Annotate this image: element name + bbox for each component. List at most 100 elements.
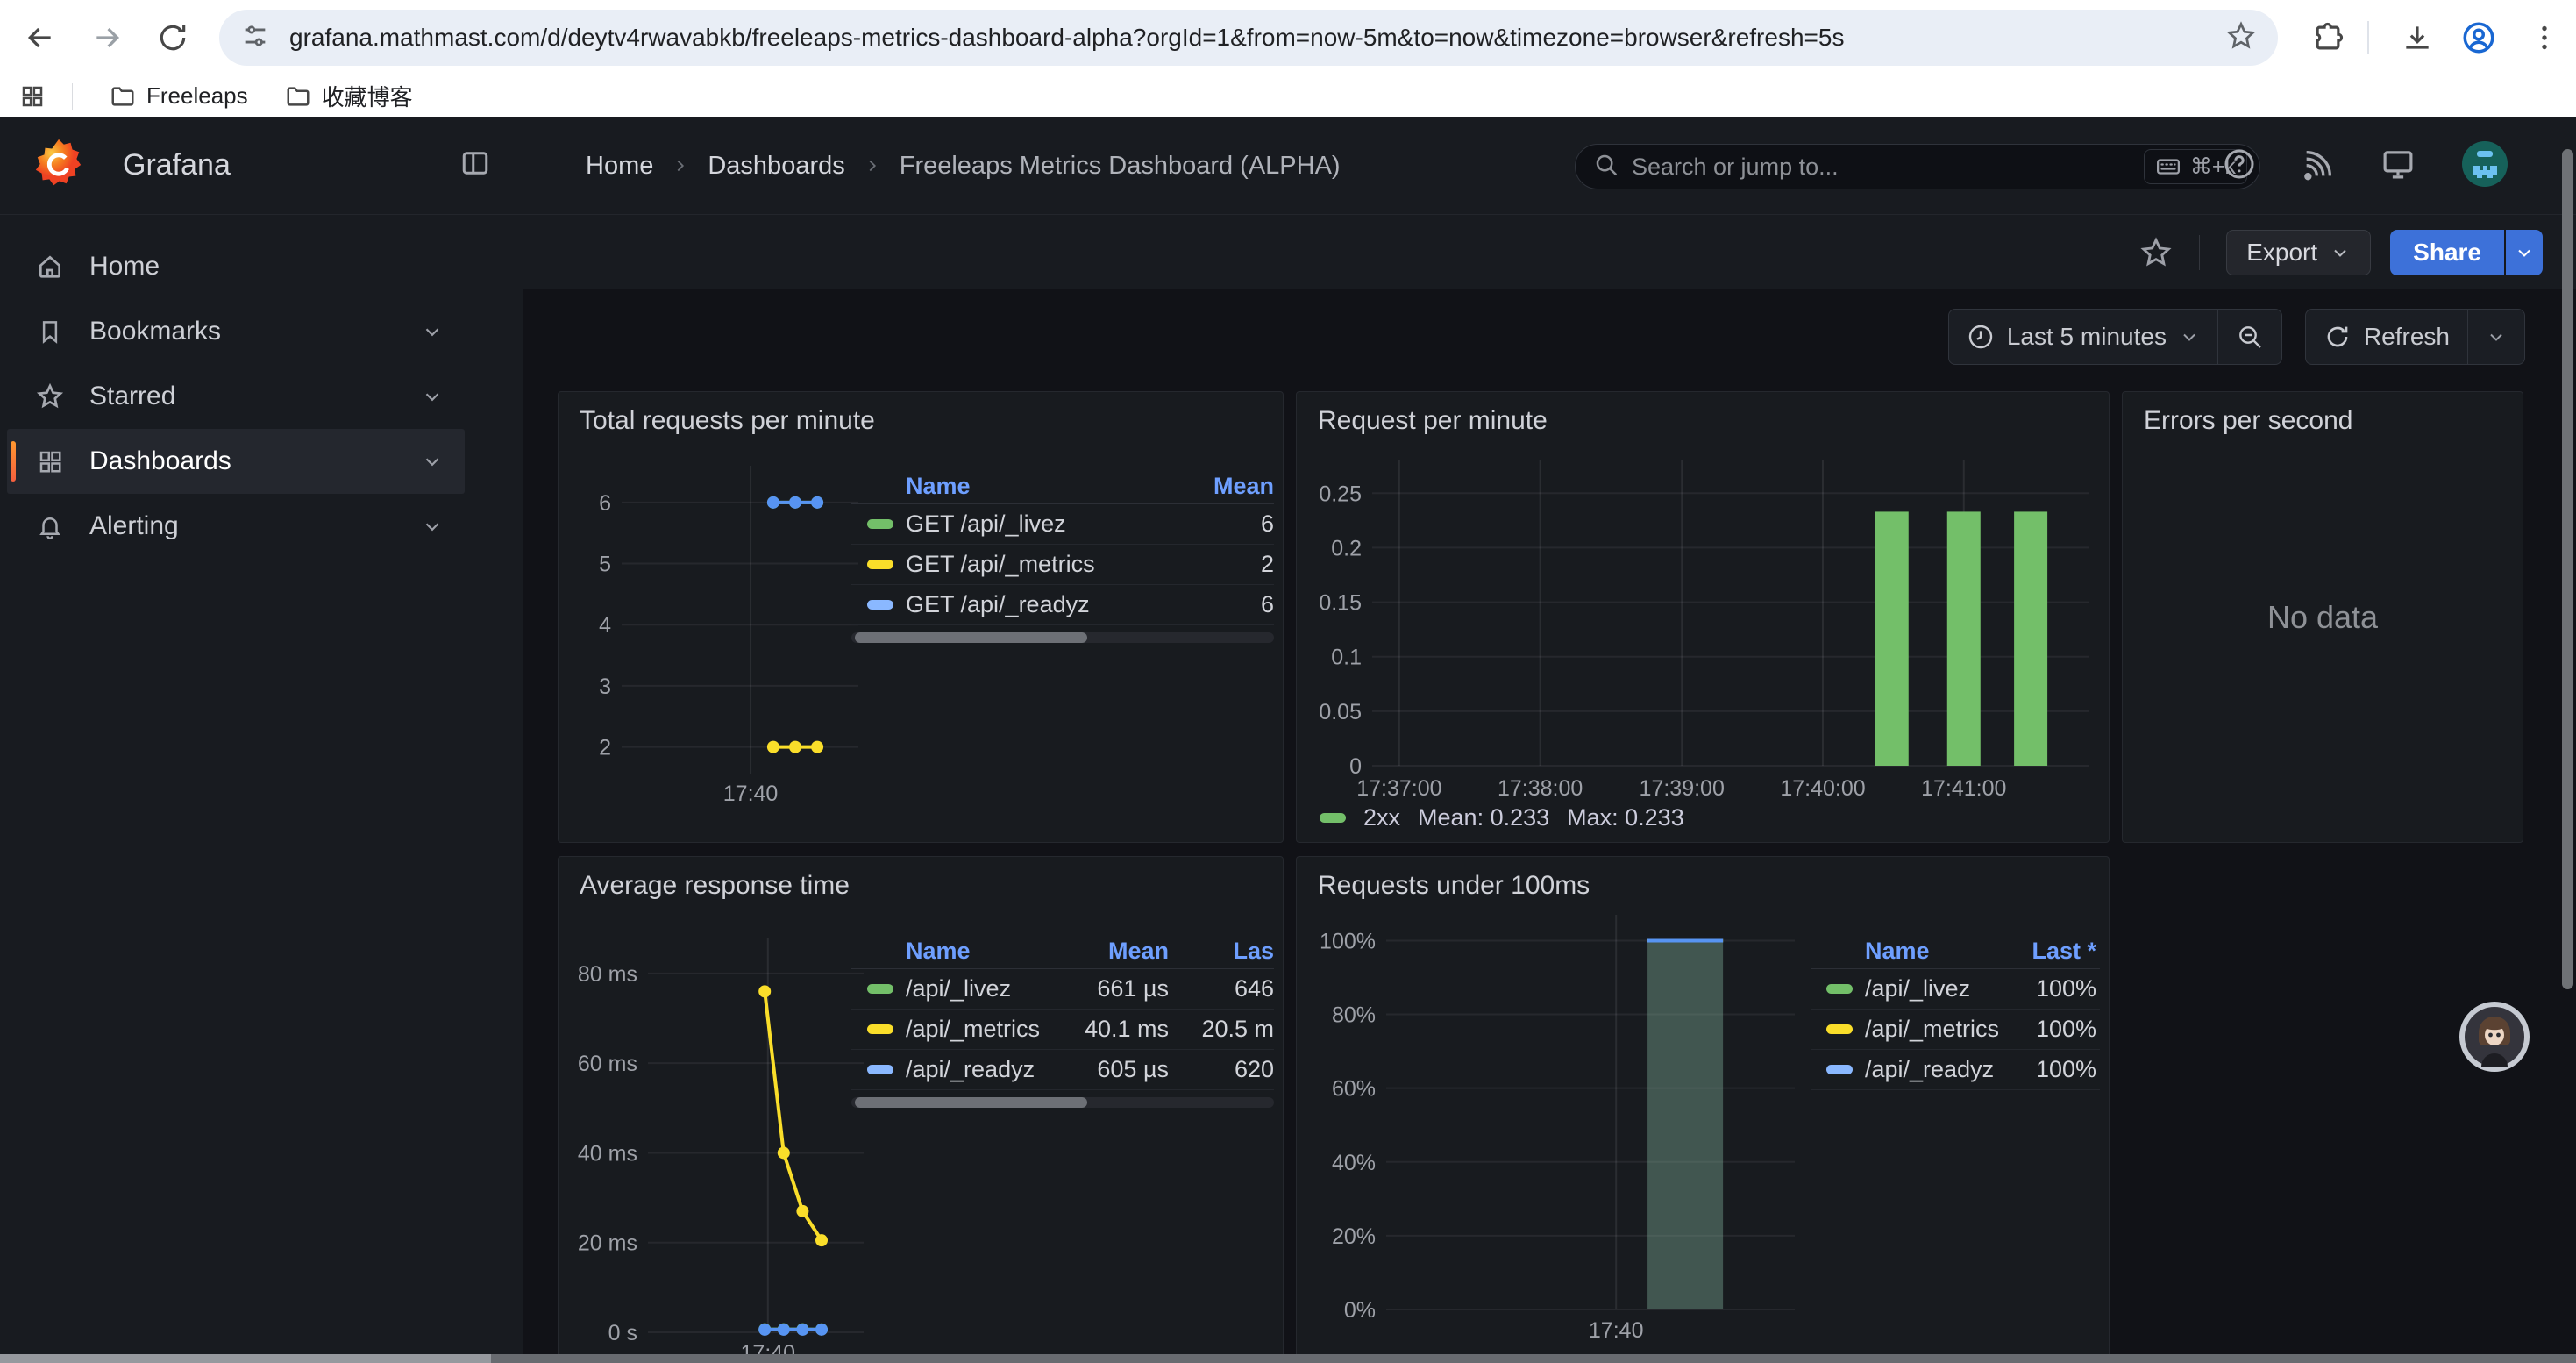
no-data-message: No data <box>2123 392 2523 842</box>
search-input[interactable]: Search or jump to... ⌘+k <box>1575 144 2260 189</box>
search-placeholder: Search or jump to... <box>1632 153 2144 181</box>
chevron-down-icon <box>2330 242 2351 263</box>
folder-icon <box>285 83 311 110</box>
panel-errors-per-second[interactable]: Errors per second No data <box>2122 391 2523 843</box>
series-color-pill <box>1826 1065 1853 1074</box>
legend-header-mean[interactable]: Mean <box>1064 938 1169 965</box>
horizontal-scrollbar[interactable] <box>0 1354 2576 1363</box>
grafana-logo[interactable] <box>32 136 86 195</box>
legend-header-last[interactable]: Last * <box>2003 938 2100 965</box>
svg-text:17:40:00: 17:40:00 <box>1780 776 1865 801</box>
chevron-down-icon[interactable] <box>421 515 444 538</box>
bookmark-star-icon[interactable] <box>2225 20 2257 56</box>
series-color-pill <box>1826 1024 1853 1034</box>
bookmark-folder[interactable]: Freeleaps <box>110 82 248 110</box>
favorite-star-icon[interactable] <box>2139 236 2173 269</box>
request-per-minute-chart: 0.250.20.150.10.05017:37:0017:38:0017:39… <box>1311 453 2093 804</box>
browser-menu-icon[interactable] <box>2529 22 2560 54</box>
legend-table: Name Mean Las /api/_livez 661 µs 646 <box>851 934 1274 1108</box>
panel-title[interactable]: Requests under 100ms <box>1318 871 1590 901</box>
legend-row[interactable]: /api/_livez 661 µs 646 <box>851 969 1274 1010</box>
legend-row[interactable]: GET /api/_readyz 6 <box>851 585 1274 625</box>
legend-scrollbar[interactable] <box>851 632 1274 643</box>
legend-row[interactable]: GET /api/_metrics 2 <box>851 545 1274 585</box>
panel-avg-response-time[interactable]: Average response time 80 ms60 ms40 ms20 … <box>558 856 1284 1363</box>
actions-divider <box>2199 235 2200 270</box>
chart-legend[interactable]: 2xx Mean: 0.233 Max: 0.233 <box>1320 804 1684 831</box>
panel-under-100ms[interactable]: Requests under 100ms 100%80%60%40%20%0%1… <box>1296 856 2110 1363</box>
assistant-avatar[interactable] <box>2459 1002 2530 1072</box>
grafana-app: Grafana Home Bookmarks Starred <box>0 117 2576 1363</box>
forward-icon[interactable] <box>89 20 125 55</box>
sidebar-item-dashboards[interactable]: Dashboards <box>7 429 465 494</box>
legend-row[interactable]: GET /api/_livez 6 <box>851 504 1274 545</box>
brand-text: Grafana <box>123 148 459 182</box>
svg-text:0.15: 0.15 <box>1319 591 1362 616</box>
site-settings-icon[interactable] <box>240 21 270 55</box>
time-controls: Last 5 minutes Refresh <box>1948 309 2525 365</box>
svg-text:17:37:00: 17:37:00 <box>1356 776 1441 801</box>
breadcrumb-home[interactable]: Home <box>586 152 653 181</box>
panel-title[interactable]: Total requests per minute <box>580 406 875 436</box>
svg-text:80 ms: 80 ms <box>578 962 637 987</box>
zoom-out-button[interactable] <box>2218 310 2281 364</box>
svg-text:20%: 20% <box>1332 1224 1376 1249</box>
legend-scrollbar[interactable] <box>851 1097 1274 1108</box>
svg-text:17:39:00: 17:39:00 <box>1640 776 1725 801</box>
panel-total-requests[interactable]: Total requests per minute 6543217:40 Nam… <box>558 391 1284 843</box>
legend-header-name[interactable]: Name <box>851 938 1064 965</box>
legend-row[interactable]: /api/_livez 100% <box>1811 969 2100 1010</box>
breadcrumb-dashboards[interactable]: Dashboards <box>708 152 844 181</box>
share-button[interactable]: Share <box>2390 230 2504 275</box>
url-bar[interactable]: grafana.mathmast.com/d/deytv4rwavabkb/fr… <box>219 10 2278 66</box>
user-avatar[interactable] <box>2460 139 2509 193</box>
legend-header-name[interactable]: Name <box>1811 938 2003 965</box>
share-dropdown-button[interactable] <box>2504 230 2543 275</box>
svg-text:17:38:00: 17:38:00 <box>1498 776 1583 801</box>
back-icon[interactable] <box>23 20 58 55</box>
legend-header-name[interactable]: Name <box>851 473 1195 500</box>
profile-icon[interactable] <box>2460 19 2497 56</box>
legend-row[interactable]: /api/_readyz 605 µs 620 <box>851 1050 1274 1090</box>
dashboard-actions-row: Export Share <box>523 215 2576 289</box>
help-icon[interactable] <box>2222 146 2257 186</box>
panel-request-per-minute[interactable]: Request per minute 0.250.20.150.10.05017… <box>1296 391 2110 843</box>
svg-text:2: 2 <box>599 736 611 760</box>
svg-text:40 ms: 40 ms <box>578 1141 637 1166</box>
refresh-button[interactable]: Refresh <box>2306 310 2467 364</box>
sidebar-item-bookmarks[interactable]: Bookmarks <box>7 299 465 364</box>
legend-row[interactable]: /api/_readyz 100% <box>1811 1050 2100 1090</box>
chevron-down-icon <box>2514 242 2535 263</box>
monitor-icon[interactable] <box>2380 146 2416 187</box>
svg-text:80%: 80% <box>1332 1003 1376 1028</box>
reload-icon[interactable] <box>156 21 189 54</box>
sidebar-item-alerting[interactable]: Alerting <box>7 494 465 559</box>
svg-text:60%: 60% <box>1332 1077 1376 1102</box>
news-feed-icon[interactable] <box>2301 146 2336 186</box>
apps-grid-icon[interactable] <box>19 83 46 110</box>
export-button[interactable]: Export <box>2226 230 2371 275</box>
zoom-out-icon <box>2236 323 2264 351</box>
svg-text:0.25: 0.25 <box>1319 482 1362 506</box>
panel-title[interactable]: Average response time <box>580 871 850 901</box>
bookmark-folder[interactable]: 收藏博客 <box>285 80 413 112</box>
dock-sidebar-icon[interactable] <box>459 147 491 183</box>
chevron-down-icon[interactable] <box>421 320 444 343</box>
download-icon[interactable] <box>2401 21 2434 54</box>
legend-row[interactable]: /api/_metrics 40.1 ms 20.5 m <box>851 1010 1274 1050</box>
breadcrumb-current: Freeleaps Metrics Dashboard (ALPHA) <box>900 152 1341 181</box>
sidebar-item-starred[interactable]: Starred <box>7 364 465 429</box>
legend-header-last[interactable]: Las <box>1190 938 1274 965</box>
panel-title[interactable]: Request per minute <box>1318 406 1548 436</box>
chevron-down-icon[interactable] <box>421 450 444 473</box>
extensions-icon[interactable] <box>2311 21 2345 54</box>
time-range-picker[interactable]: Last 5 minutes <box>1949 310 2217 364</box>
chevron-down-icon[interactable] <box>421 385 444 408</box>
vertical-scrollbar[interactable] <box>2562 149 2573 989</box>
chevron-right-icon <box>863 156 882 175</box>
refresh-interval-dropdown[interactable] <box>2468 310 2524 364</box>
legend-row[interactable]: /api/_metrics 100% <box>1811 1010 2100 1050</box>
sidebar-item-home[interactable]: Home <box>7 234 465 299</box>
legend-header-mean[interactable]: Mean <box>1195 473 1274 500</box>
screen: grafana.mathmast.com/d/deytv4rwavabkb/fr… <box>0 0 2576 1363</box>
